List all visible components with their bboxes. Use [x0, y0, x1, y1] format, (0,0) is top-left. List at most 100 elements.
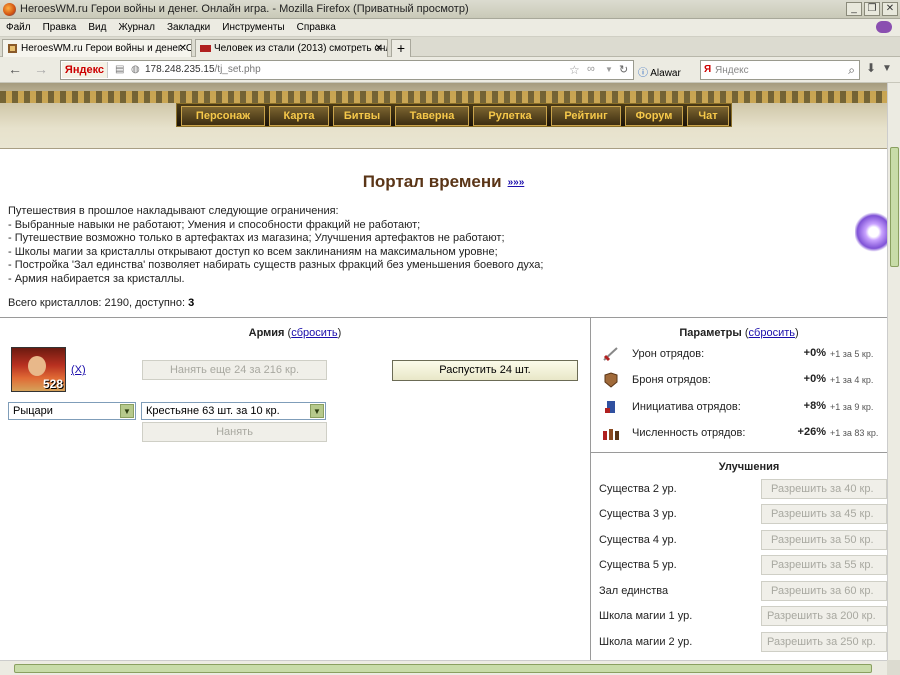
tab-movie[interactable]: Человек из стали (2013) смотреть онл... … [195, 39, 388, 57]
maximize-button[interactable]: ❐ [864, 2, 880, 16]
upgrade-button[interactable]: Разрешить за 250 кр. [761, 632, 887, 652]
tab-close-icon[interactable]: ✕ [179, 43, 187, 54]
reload-icon[interactable]: ↻ [619, 63, 628, 76]
tab-label: HeroesWM.ru Герои войны и денег. Он... [21, 43, 192, 54]
param-row-initiative[interactable]: Инициатива отрядов: +8% +1 за 9 кр. [600, 397, 888, 419]
reader-glasses-icon[interactable]: ∞ [587, 63, 595, 75]
restrictions-list: Путешествия в прошлое накладывают следую… [8, 205, 543, 287]
menu-dropdown-icon[interactable]: ▼ [882, 63, 892, 74]
army-count-icon [602, 425, 620, 441]
unit-face [28, 356, 46, 376]
upgrade-button[interactable]: Разрешить за 40 кр. [761, 479, 887, 499]
upgrade-row: Школа магии 2 ур. Разрешить за 250 кр. [599, 632, 889, 652]
search-icon[interactable]: ⌕ [848, 63, 855, 78]
param-row-armor[interactable]: Броня отрядов: +0% +1 за 4 кр. [600, 370, 888, 392]
new-tab-button[interactable]: + [391, 39, 411, 57]
close-window-button[interactable]: ✕ [882, 2, 898, 16]
upgrade-row: Зал единства Разрешить за 60 кр. [599, 581, 889, 601]
nav-roulette[interactable]: Рулетка [473, 106, 547, 126]
nav-chat[interactable]: Чат [687, 106, 729, 126]
param-row-damage[interactable]: Урон отрядов: +0% +1 за 5 кр. [600, 344, 888, 366]
star-icon[interactable]: ☆ [569, 63, 580, 77]
horizontal-scrollbar[interactable] [0, 660, 887, 675]
crystals-text: Всего кристаллов: 2190, доступно: [8, 297, 189, 309]
initiative-icon [602, 399, 620, 415]
upgrade-button[interactable]: Разрешить за 200 кр. [761, 606, 887, 626]
upgrade-button[interactable]: Разрешить за 55 кр. [761, 555, 887, 575]
nav-tavern[interactable]: Таверна [395, 106, 469, 126]
menu-history[interactable]: Журнал [112, 19, 161, 33]
nav-rating[interactable]: Рейтинг [551, 106, 621, 126]
menu-bookmarks[interactable]: Закладки [161, 19, 216, 33]
restriction-line: - Армия набирается за кристаллы. [8, 272, 185, 285]
restriction-line: - Выбранные навыки не работают; Умения и… [8, 218, 421, 231]
dropdown-arrow-icon[interactable]: ▼ [605, 65, 613, 74]
param-step: +1 за 4 кр. [830, 375, 874, 385]
menu-tools[interactable]: Инструменты [216, 19, 290, 33]
yandex-search-icon: Я [704, 64, 712, 75]
download-icon[interactable]: ⬇ [866, 61, 876, 75]
page-title: Портал времени »»» [0, 172, 887, 192]
movie-favicon [200, 43, 211, 54]
damage-icon [602, 346, 620, 362]
unit-count: 528 [42, 377, 63, 391]
param-value: +8% [803, 400, 826, 412]
bookmark-list-icon[interactable]: ▤ [115, 64, 124, 75]
menu-view[interactable]: Вид [82, 19, 112, 33]
upgrade-row: Существа 2 ур. Разрешить за 40 кр. [599, 479, 889, 499]
upgrade-label: Зал единства [599, 585, 669, 597]
param-value: +26% [797, 426, 826, 438]
remove-unit-link[interactable]: (X) [71, 364, 86, 376]
upgrade-row: Школа магии 1 ур. Разрешить за 200 кр. [599, 606, 889, 626]
globe-icon: ◍ [131, 64, 140, 75]
unit-select[interactable]: Крестьяне 63 шт. за 10 кр. ▼ [141, 402, 326, 420]
params-reset-link[interactable]: сбросить [749, 327, 795, 339]
scrollbar-thumb[interactable] [14, 664, 872, 673]
upgrade-button[interactable]: Разрешить за 45 кр. [761, 504, 887, 524]
alawar-button[interactable]: ⓘ Alawar [638, 64, 681, 79]
url-path: /tj_set.php [214, 64, 261, 75]
army-reset-link[interactable]: сбросить [291, 327, 337, 339]
minimize-button[interactable]: _ [846, 2, 862, 16]
page-title-link[interactable]: »»» [508, 177, 525, 188]
search-placeholder: Яндекс [715, 65, 749, 76]
param-row-count[interactable]: Численность отрядов: +26% +1 за 83 кр. [600, 423, 888, 445]
faction-select[interactable]: Рыцари ▼ [8, 402, 136, 420]
scrollbar-thumb[interactable] [890, 147, 899, 267]
hire-button[interactable]: Нанять [142, 422, 327, 442]
menu-file[interactable]: Файл [0, 19, 37, 33]
nav-character[interactable]: Персонаж [181, 106, 265, 126]
tab-heroeswm[interactable]: HeroesWM.ru Герои войны и денег. Он... ✕ [2, 39, 192, 57]
upgrade-button[interactable]: Разрешить за 50 кр. [761, 530, 887, 550]
armor-icon [602, 372, 620, 388]
crystals-available: 3 [188, 297, 195, 309]
unit-select-value: Крестьяне 63 шт. за 10 кр. [146, 405, 280, 417]
chevron-down-icon: ▼ [120, 404, 134, 418]
upgrade-row: Существа 5 ур. Разрешить за 55 кр. [599, 555, 889, 575]
heroeswm-favicon [7, 43, 18, 54]
alawar-label: Alawar [650, 68, 681, 79]
dismiss-button[interactable]: Распустить 24 шт. [392, 360, 578, 381]
menu-help[interactable]: Справка [291, 19, 342, 33]
param-label: Инициатива отрядов: [632, 401, 741, 413]
address-bar[interactable]: Яндекс ▤ ◍ 178.248.235.15/tj_set.php ☆ ∞… [60, 60, 634, 80]
nav-map[interactable]: Карта [269, 106, 329, 126]
tab-bar: HeroesWM.ru Герои войны и денег. Он... ✕… [0, 37, 900, 57]
back-arrow-icon[interactable]: ← [8, 61, 22, 77]
upgrade-button[interactable]: Разрешить за 60 кр. [761, 581, 887, 601]
vertical-scrollbar[interactable] [887, 83, 900, 660]
nav-battles[interactable]: Битвы [333, 106, 391, 126]
search-box[interactable]: Я Яндекс ⌕ [700, 60, 860, 80]
param-label: Броня отрядов: [632, 374, 711, 386]
crystal-icon [855, 212, 889, 252]
tab-close-icon[interactable]: ✕ [375, 43, 383, 54]
unit-portrait[interactable]: 528 [11, 347, 66, 392]
param-step: +1 за 5 кр. [830, 349, 874, 359]
menu-edit[interactable]: Правка [37, 19, 83, 33]
restriction-line: - Постройка 'Зал единства' позволяет наб… [8, 259, 544, 272]
forward-arrow-icon[interactable]: → [34, 61, 48, 77]
nav-forum[interactable]: Форум [625, 106, 683, 126]
scroll-corner [887, 660, 900, 675]
hire-more-button[interactable]: Нанять еще 24 за 216 кр. [142, 360, 327, 380]
upgrade-label: Школа магии 1 ур. [599, 610, 693, 622]
